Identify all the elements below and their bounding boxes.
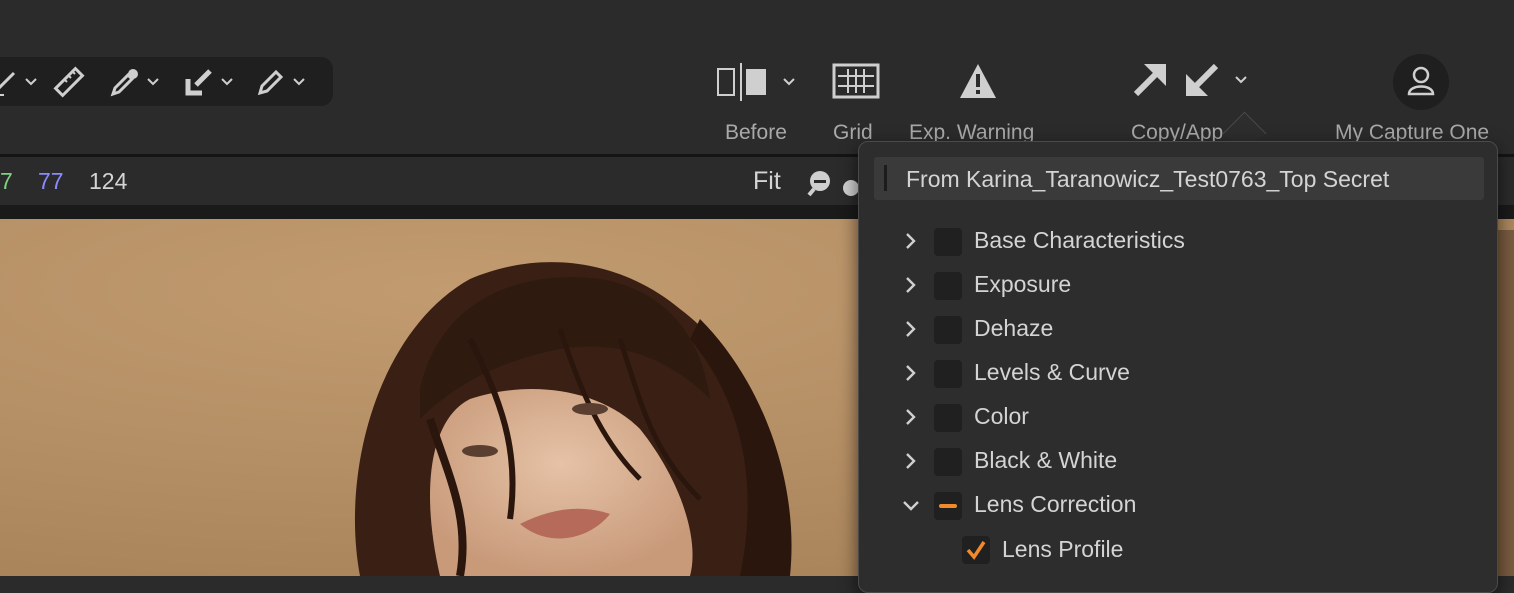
adjustment-checkbox[interactable] <box>934 492 962 520</box>
my-capture-one-button[interactable] <box>1392 53 1450 111</box>
before-after-button[interactable] <box>716 62 796 102</box>
top-toolbar: Before Grid Exp. Warning Copy/App My Cap… <box>0 0 1514 154</box>
chevron-down-icon <box>783 78 795 86</box>
adjustment-row[interactable]: Levels & Curve <box>900 353 1460 393</box>
source-selector[interactable]: From Karina_Taranowicz_Test0763_Top Secr… <box>874 157 1484 200</box>
exposure-warning-icon <box>960 64 996 98</box>
adjustment-label: Base Characteristics <box>974 227 1185 253</box>
chevron-down-icon <box>25 78 37 86</box>
ruler-tool[interactable] <box>52 66 86 98</box>
adjustment-row[interactable]: Exposure <box>900 265 1460 305</box>
adjustment-row[interactable]: Lens Correction <box>900 485 1460 525</box>
adjustment-label: Black & White <box>974 447 1118 473</box>
partial-check-icon <box>939 504 957 508</box>
adjustment-label: Levels & Curve <box>974 359 1130 385</box>
ruler-icon <box>53 66 85 98</box>
adjustment-label: Lens Correction <box>974 491 1137 517</box>
adjustment-checkbox[interactable] <box>934 404 962 432</box>
color-picker-tool[interactable] <box>108 67 160 97</box>
source-divider <box>884 165 887 191</box>
annotate-tool[interactable] <box>254 67 306 97</box>
chevron-right-icon[interactable] <box>900 449 920 473</box>
exposure-warning-button[interactable] <box>958 62 998 100</box>
sub-adjustment-row[interactable]: Lens Profile <box>962 533 1362 567</box>
g-value: 7 <box>0 168 13 194</box>
l-value: 124 <box>89 168 128 194</box>
brush-icon <box>0 71 16 96</box>
chevron-right-icon[interactable] <box>900 405 920 429</box>
brush-tool[interactable] <box>0 67 38 97</box>
cursor-tools-group <box>0 57 333 106</box>
adjustment-checkbox[interactable] <box>934 272 962 300</box>
copy-apply-cursor-tool[interactable] <box>182 67 234 97</box>
chevron-down-icon <box>147 78 159 86</box>
chevron-down-icon <box>293 78 305 86</box>
adjustment-row[interactable]: Black & White <box>900 441 1460 481</box>
chevron-right-icon[interactable] <box>900 273 920 297</box>
adjustment-row[interactable]: Base Characteristics <box>900 221 1460 261</box>
chevron-right-icon[interactable] <box>900 361 920 385</box>
zoom-slider-knob[interactable] <box>843 180 859 196</box>
adjustment-label: Dehaze <box>974 315 1054 341</box>
adjustment-row[interactable]: Color <box>900 397 1460 437</box>
chevron-down-icon <box>1235 76 1247 84</box>
source-label: From Karina_Taranowicz_Test0763_Top Secr… <box>906 166 1390 192</box>
apply-arrow-icon <box>185 69 212 96</box>
grid-icon <box>832 63 880 99</box>
zoom-out-icon[interactable] <box>806 169 836 197</box>
adjustment-checkbox[interactable] <box>934 448 962 476</box>
sub-adjustment-label: Lens Profile <box>1002 536 1124 562</box>
before-label: Before <box>725 121 787 144</box>
zoom-fit-label[interactable]: Fit <box>753 167 781 196</box>
checkmark-icon <box>966 541 986 560</box>
pen-icon <box>257 69 284 96</box>
copy-apply-button[interactable] <box>1130 60 1248 100</box>
chevron-right-icon[interactable] <box>900 229 920 253</box>
chevron-down-icon[interactable] <box>900 493 920 517</box>
adjustment-label: Color <box>974 403 1029 429</box>
user-icon <box>1393 54 1449 110</box>
chevron-right-icon[interactable] <box>900 317 920 341</box>
apply-arrow-icon <box>1186 63 1219 96</box>
copy-arrow-icon <box>1133 64 1166 97</box>
before-after-icon <box>717 63 766 101</box>
adjustment-checkbox[interactable] <box>934 228 962 256</box>
side-thumbnail-strip <box>1497 230 1514 576</box>
chevron-down-icon <box>221 78 233 86</box>
adjustment-checkbox[interactable] <box>934 316 962 344</box>
b-value: 77 <box>38 168 64 194</box>
adjustment-checkbox[interactable] <box>934 360 962 388</box>
grid-button[interactable] <box>832 63 880 99</box>
adjustment-label: Exposure <box>974 271 1072 297</box>
eyedropper-icon <box>110 69 138 97</box>
sub-adjustment-checkbox[interactable] <box>962 536 990 564</box>
adjustment-row[interactable]: Dehaze <box>900 309 1460 349</box>
